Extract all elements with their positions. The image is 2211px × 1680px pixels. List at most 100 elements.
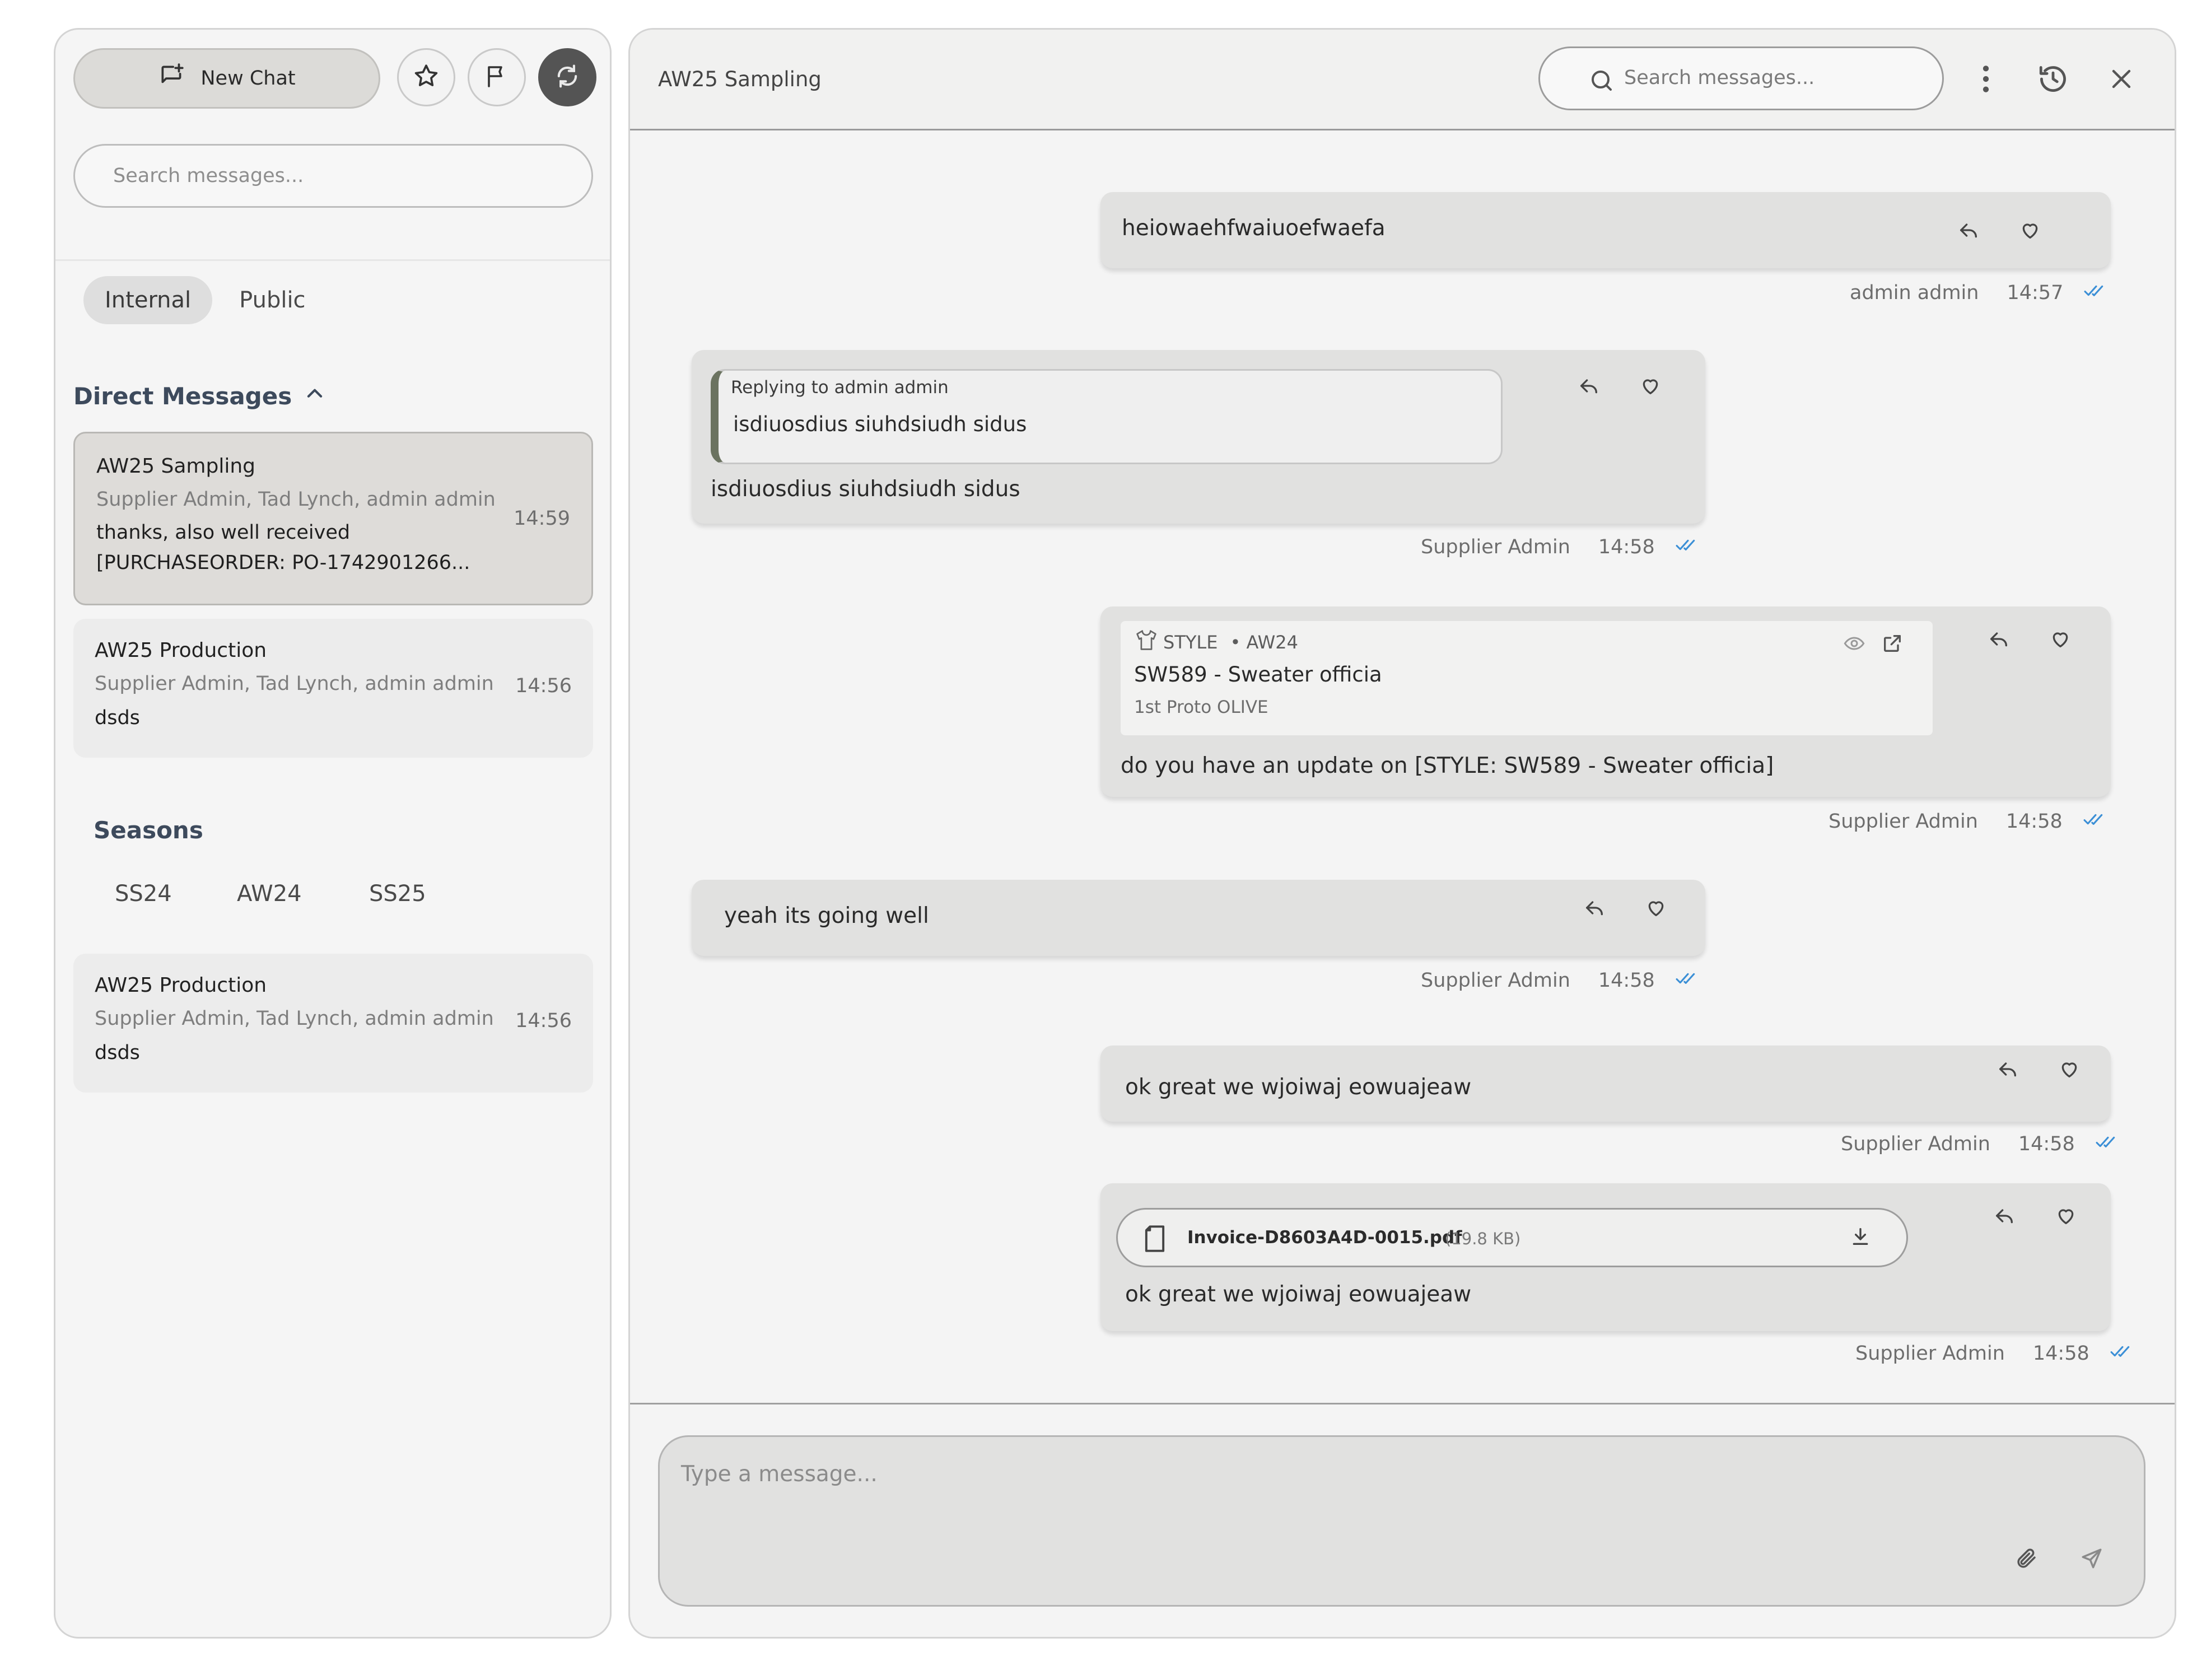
history-button[interactable] bbox=[2033, 60, 2073, 100]
search-icon bbox=[1588, 67, 1615, 99]
conversation-sidebar: New Chat Search messages... Internal Pub… bbox=[54, 28, 612, 1639]
message-bubble[interactable]: Replying to admin admin isdiuosdius siuh… bbox=[692, 350, 1705, 524]
sidebar-search-input[interactable] bbox=[73, 144, 593, 208]
conversation-item[interactable]: AW25 Production Supplier Admin, Tad Lync… bbox=[73, 619, 593, 758]
reply-icon[interactable] bbox=[1997, 1058, 2019, 1082]
chat-title: AW25 Sampling bbox=[658, 67, 822, 91]
more-options-button[interactable] bbox=[1966, 60, 2005, 100]
reply-icon[interactable] bbox=[1988, 628, 2010, 652]
message-text: ok great we wjoiwaj eowuajeaw bbox=[1125, 1282, 1472, 1307]
flagged-button[interactable] bbox=[468, 48, 526, 106]
conversation-item[interactable]: AW25 Production Supplier Admin, Tad Lync… bbox=[73, 954, 593, 1093]
message-bubble[interactable]: STYLE • AW24 SW589 - Sweater officia 1st… bbox=[1100, 606, 2111, 797]
paperclip-icon[interactable] bbox=[2015, 1547, 2039, 1572]
shirt-icon bbox=[1134, 629, 1159, 656]
message-text: do you have an update on [STYLE: SW589 -… bbox=[1121, 753, 1774, 778]
sidebar-divider bbox=[55, 259, 610, 261]
heart-icon[interactable] bbox=[2049, 628, 2072, 652]
message-time: 14:58 bbox=[1598, 969, 1655, 992]
message-actions bbox=[1993, 1205, 2077, 1229]
message-bubble[interactable]: yeah its going well bbox=[692, 880, 1705, 956]
new-chat-icon bbox=[158, 62, 186, 95]
message-time: 14:58 bbox=[2005, 810, 2063, 833]
style-reference-card[interactable]: STYLE • AW24 SW589 - Sweater officia 1st… bbox=[1121, 621, 1933, 735]
close-icon bbox=[2108, 66, 2135, 95]
snippet-line: [PURCHASEORDER: PO-1742901266... bbox=[96, 552, 470, 574]
close-button[interactable] bbox=[2102, 60, 2141, 100]
heart-icon[interactable] bbox=[2055, 1205, 2077, 1229]
heart-icon[interactable] bbox=[2019, 219, 2041, 244]
style-tag-label: STYLE bbox=[1163, 632, 1218, 653]
double-check-icon bbox=[2083, 282, 2109, 304]
message-bubble[interactable]: heiowaehfwaiuoefwaefa bbox=[1100, 192, 2111, 268]
message-search-input[interactable]: Search messages... bbox=[1538, 46, 1944, 110]
message-text: yeah its going well bbox=[724, 903, 929, 928]
message-time: 14:58 bbox=[2018, 1133, 2075, 1155]
star-icon bbox=[412, 62, 440, 92]
composer-divider bbox=[630, 1403, 2175, 1404]
visibility-tabs: Internal Public bbox=[83, 275, 333, 325]
season-ss24[interactable]: SS24 bbox=[115, 881, 172, 907]
double-check-icon bbox=[2083, 810, 2109, 833]
heart-icon[interactable] bbox=[1645, 897, 1667, 921]
reply-icon[interactable] bbox=[1993, 1205, 2016, 1229]
message-composer[interactable]: Type a message... bbox=[658, 1435, 2145, 1607]
heart-icon[interactable] bbox=[2058, 1058, 2081, 1082]
flag-icon bbox=[483, 63, 510, 92]
external-link-icon[interactable] bbox=[1881, 632, 1904, 657]
message-bubble[interactable]: Invoice-D8603A4D-0015.pdf (19.8 KB) ok g… bbox=[1100, 1183, 2111, 1331]
new-chat-label: New Chat bbox=[200, 67, 296, 90]
message-time: 14:57 bbox=[2007, 282, 2064, 304]
message-sender: Supplier Admin bbox=[1841, 1133, 1990, 1155]
favorites-button[interactable] bbox=[397, 48, 455, 106]
conversation-time: 14:56 bbox=[515, 675, 572, 697]
tab-internal[interactable]: Internal bbox=[83, 276, 213, 324]
message-bubble[interactable]: ok great we wjoiwaj eowuajeaw bbox=[1100, 1046, 2111, 1122]
season-ss25[interactable]: SS25 bbox=[369, 881, 426, 907]
send-icon[interactable] bbox=[2080, 1547, 2103, 1572]
tab-public[interactable]: Public bbox=[218, 276, 326, 324]
download-icon[interactable] bbox=[1849, 1225, 1872, 1250]
message-text: ok great we wjoiwaj eowuajeaw bbox=[1125, 1075, 1472, 1100]
double-check-icon bbox=[1675, 536, 1701, 558]
message-actions bbox=[1957, 219, 2041, 244]
message-actions bbox=[1997, 1058, 2081, 1082]
file-size: (19.8 KB) bbox=[1445, 1229, 1521, 1248]
double-check-icon bbox=[2110, 1342, 2135, 1365]
reply-icon[interactable] bbox=[1578, 375, 1600, 399]
refresh-button[interactable] bbox=[538, 48, 596, 106]
chat-panel: AW25 Sampling Search messages... heiowae… bbox=[628, 28, 2176, 1639]
composer-placeholder: Type a message... bbox=[681, 1462, 878, 1487]
heart-icon[interactable] bbox=[1639, 375, 1662, 399]
reply-icon[interactable] bbox=[1583, 897, 1606, 921]
message-time: 14:58 bbox=[2032, 1342, 2089, 1365]
style-subtitle: 1st Proto OLIVE bbox=[1134, 697, 1268, 717]
conversation-item[interactable]: AW25 Sampling Supplier Admin, Tad Lynch,… bbox=[73, 432, 593, 605]
conversation-title: AW25 Production bbox=[95, 639, 267, 662]
message-sender: Supplier Admin bbox=[1828, 810, 1978, 833]
chevron-up-icon bbox=[304, 382, 325, 410]
direct-messages-toggle[interactable]: Direct Messages bbox=[73, 382, 325, 410]
double-check-icon bbox=[1675, 969, 1701, 992]
conversation-time: 14:56 bbox=[515, 1010, 572, 1032]
seasons-heading: Seasons bbox=[94, 816, 203, 844]
message-sender: Supplier Admin bbox=[1421, 536, 1570, 558]
reply-label: Replying to admin admin bbox=[731, 377, 949, 398]
message-sender: admin admin bbox=[1850, 282, 1979, 304]
message-time: 14:58 bbox=[1598, 536, 1655, 558]
history-icon bbox=[2037, 63, 2069, 97]
season-aw24[interactable]: AW24 bbox=[237, 881, 302, 907]
file-icon bbox=[1141, 1224, 1168, 1256]
conversation-snippet: dsds bbox=[95, 1042, 140, 1064]
message-meta: Supplier Admin 14:58 bbox=[1855, 1342, 2135, 1365]
eye-icon[interactable] bbox=[1843, 632, 1865, 657]
conversation-snippet: thanks, also well received [PURCHASEORDE… bbox=[96, 517, 500, 578]
reply-icon[interactable] bbox=[1957, 219, 1980, 244]
reply-quote[interactable]: Replying to admin admin isdiuosdius siuh… bbox=[711, 369, 1503, 464]
conversation-members: Supplier Admin, Tad Lynch, admin admin bbox=[95, 673, 494, 695]
direct-messages-label: Direct Messages bbox=[73, 382, 292, 410]
message-text: heiowaehfwaiuoefwaefa bbox=[1122, 216, 1386, 241]
file-name: Invoice-D8603A4D-0015.pdf bbox=[1187, 1228, 1462, 1248]
file-attachment[interactable]: Invoice-D8603A4D-0015.pdf (19.8 KB) bbox=[1116, 1208, 1908, 1267]
new-chat-button[interactable]: New Chat bbox=[73, 48, 380, 109]
